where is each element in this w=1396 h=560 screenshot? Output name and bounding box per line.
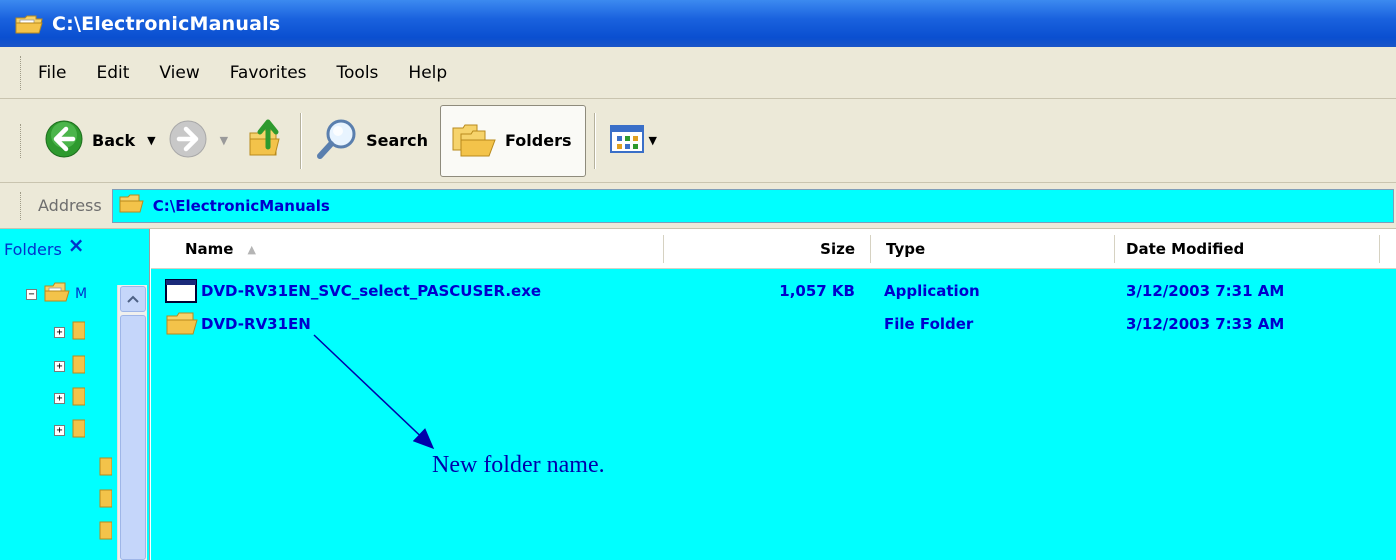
annotation-text: New folder name. [432,452,605,478]
annotation-arrow-icon [313,334,435,450]
